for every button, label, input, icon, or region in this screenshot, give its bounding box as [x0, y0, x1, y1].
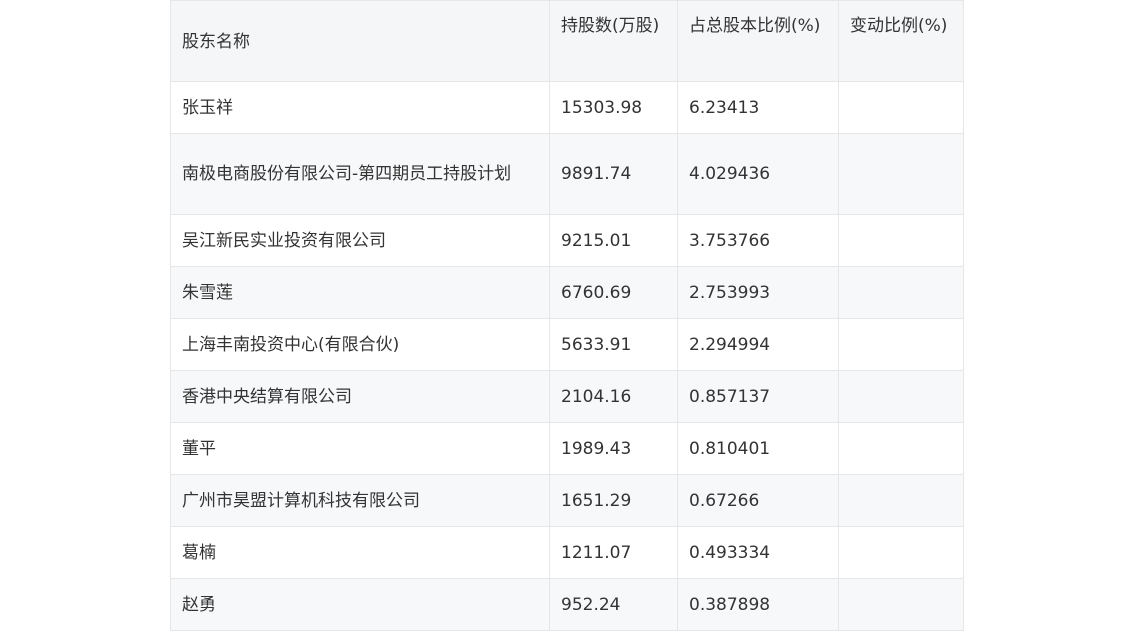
table-row: 葛楠 1211.07 0.493334	[170, 526, 964, 579]
cell-share-ratio: 4.029436	[677, 133, 839, 215]
cell-change-ratio	[838, 81, 964, 134]
header-change-ratio: 变动比例(%)	[838, 0, 964, 82]
cell-shareholder-name: 广州市昊盟计算机科技有限公司	[170, 474, 550, 527]
table-row: 广州市昊盟计算机科技有限公司 1651.29 0.67266	[170, 474, 964, 527]
cell-shareholder-name: 上海丰南投资中心(有限合伙)	[170, 318, 550, 371]
table-row: 董平 1989.43 0.810401	[170, 422, 964, 475]
cell-change-ratio	[838, 318, 964, 371]
table-header-row: 股东名称 持股数(万股) 占总股本比例(%) 变动比例(%)	[170, 0, 964, 82]
cell-share-ratio: 3.753766	[677, 214, 839, 267]
cell-change-ratio	[838, 526, 964, 579]
cell-shares: 1651.29	[549, 474, 678, 527]
table-row: 赵勇 952.24 0.387898	[170, 578, 964, 631]
cell-shares: 952.24	[549, 578, 678, 631]
cell-shareholder-name: 赵勇	[170, 578, 550, 631]
table-row: 吴江新民实业投资有限公司 9215.01 3.753766	[170, 214, 964, 267]
cell-shareholder-name: 葛楠	[170, 526, 550, 579]
cell-change-ratio	[838, 370, 964, 423]
cell-share-ratio: 0.857137	[677, 370, 839, 423]
shareholder-table: 股东名称 持股数(万股) 占总股本比例(%) 变动比例(%) 张玉祥 15303…	[170, 0, 964, 631]
cell-share-ratio: 0.493334	[677, 526, 839, 579]
cell-share-ratio: 0.387898	[677, 578, 839, 631]
cell-share-ratio: 6.23413	[677, 81, 839, 134]
cell-change-ratio	[838, 474, 964, 527]
shareholder-table-container: 股东名称 持股数(万股) 占总股本比例(%) 变动比例(%) 张玉祥 15303…	[170, 0, 964, 631]
cell-shareholder-name: 朱雪莲	[170, 266, 550, 319]
cell-shares: 5633.91	[549, 318, 678, 371]
cell-shareholder-name: 董平	[170, 422, 550, 475]
cell-share-ratio: 2.294994	[677, 318, 839, 371]
cell-change-ratio	[838, 214, 964, 267]
cell-change-ratio	[838, 266, 964, 319]
cell-shares: 15303.98	[549, 81, 678, 134]
cell-shareholder-name: 香港中央结算有限公司	[170, 370, 550, 423]
cell-share-ratio: 2.753993	[677, 266, 839, 319]
header-share-ratio: 占总股本比例(%)	[677, 0, 839, 82]
table-row: 张玉祥 15303.98 6.23413	[170, 81, 964, 134]
cell-shares: 2104.16	[549, 370, 678, 423]
cell-shares: 1989.43	[549, 422, 678, 475]
table-row: 香港中央结算有限公司 2104.16 0.857137	[170, 370, 964, 423]
header-shareholder-name: 股东名称	[170, 0, 550, 82]
table-row: 上海丰南投资中心(有限合伙) 5633.91 2.294994	[170, 318, 964, 371]
cell-shares: 6760.69	[549, 266, 678, 319]
cell-change-ratio	[838, 133, 964, 215]
cell-change-ratio	[838, 578, 964, 631]
cell-shareholder-name: 南极电商股份有限公司-第四期员工持股计划	[170, 133, 550, 215]
cell-shareholder-name: 吴江新民实业投资有限公司	[170, 214, 550, 267]
table-row: 南极电商股份有限公司-第四期员工持股计划 9891.74 4.029436	[170, 133, 964, 215]
cell-share-ratio: 0.67266	[677, 474, 839, 527]
cell-shares: 9215.01	[549, 214, 678, 267]
cell-shares: 1211.07	[549, 526, 678, 579]
cell-shareholder-name: 张玉祥	[170, 81, 550, 134]
cell-share-ratio: 0.810401	[677, 422, 839, 475]
header-shares: 持股数(万股)	[549, 0, 678, 82]
table-row: 朱雪莲 6760.69 2.753993	[170, 266, 964, 319]
cell-shares: 9891.74	[549, 133, 678, 215]
cell-change-ratio	[838, 422, 964, 475]
